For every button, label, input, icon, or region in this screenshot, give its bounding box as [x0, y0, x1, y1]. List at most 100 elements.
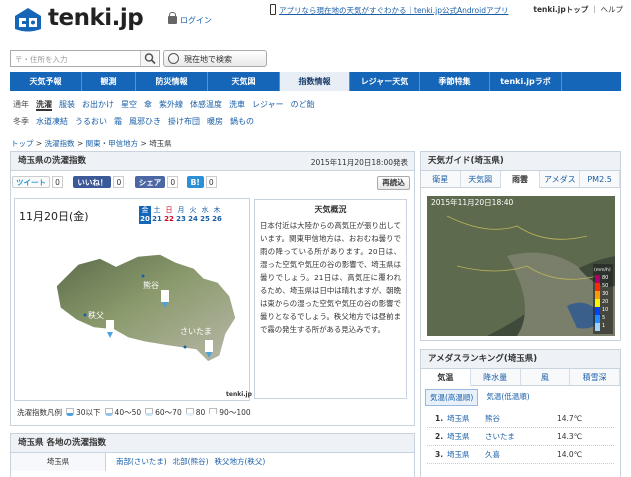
subnav-row-winter: 冬季 水道凍結 うるおい霜風邪ひき 掛け布団 暖房 鍋もの	[13, 114, 322, 130]
ranking-list: 1. 埼玉県 熊谷 14.7℃ 2. 埼玉県 さいたま 14.3℃ 3. 埼玉県 久喜 14.0℃	[427, 410, 614, 464]
day-num: 24	[188, 215, 198, 223]
nav-item-6[interactable]: 季節特集	[420, 72, 490, 91]
guide-tab[interactable]: アメダス	[540, 171, 581, 188]
share-button[interactable]: シェア	[134, 176, 166, 188]
share-count: 0	[167, 176, 179, 188]
day-tab[interactable]: 土 21	[151, 206, 163, 224]
nav-item-4[interactable]: 指数情報	[280, 72, 350, 91]
area-link[interactable]: 秩父地方(秩父)	[215, 457, 266, 466]
rank-pref[interactable]: 埼玉県	[447, 410, 470, 428]
guide-tab[interactable]: 天気図	[460, 171, 501, 188]
rank-city[interactable]: 熊谷	[485, 410, 500, 428]
subnav-item[interactable]: のど飴	[291, 100, 315, 109]
tweet-label: ツイート	[16, 178, 46, 187]
subnav-item[interactable]: 星空	[121, 100, 137, 109]
forecast-date: 11月20日(金)	[19, 210, 89, 223]
ranking-row[interactable]: 1. 埼玉県 熊谷 14.7℃	[427, 410, 614, 428]
breadcrumb-item: 埼玉県	[149, 139, 172, 148]
map-label-chichibu: 秩父	[88, 310, 104, 320]
subnav-item[interactable]: 服装	[59, 100, 75, 109]
subnav-item[interactable]: 霜	[114, 117, 122, 126]
guide-tab[interactable]: 衛星	[421, 171, 461, 188]
current-location-button[interactable]: 現在地で検索	[163, 50, 267, 67]
like-button[interactable]: いいね！	[73, 176, 112, 188]
nav-item-2[interactable]: 防災情報	[136, 72, 208, 91]
app-promo-link[interactable]: アプリなら現在地の天気がすぐわかる｜tenki.jp公式Androidアプリ	[279, 6, 508, 15]
login-link[interactable]: ログイン	[168, 12, 212, 26]
ranking-row[interactable]: 2. 埼玉県 さいたま 14.3℃	[427, 428, 614, 446]
ranking-row[interactable]: 3. 埼玉県 久喜 14.0℃	[427, 446, 614, 464]
rank-pref[interactable]: 埼玉県	[447, 446, 470, 464]
top-link[interactable]: tenki.jpトップ	[533, 5, 588, 14]
ranking-tab[interactable]: 降水量	[470, 369, 521, 386]
subnav-item[interactable]: 洗濯	[36, 100, 52, 111]
app-promo[interactable]: アプリなら現在地の天気がすぐわかる｜tenki.jp公式Androidアプリ	[270, 4, 508, 16]
subnav-row-year: 通年 洗濯 服装 お出かけ 星空傘紫外線 体感温度 洗車 レジャー のど飴	[13, 97, 322, 113]
breadcrumb-item[interactable]: 関東・甲信地方	[86, 139, 139, 148]
search-button[interactable]	[140, 51, 158, 66]
subnav-item[interactable]: 傘	[144, 100, 152, 109]
nav-item-7[interactable]: tenki.jpラボ	[490, 72, 562, 91]
day-tab[interactable]: 水 25	[199, 206, 211, 224]
area-link[interactable]: 北部(熊谷)	[173, 457, 209, 466]
guide-tabs: 衛星 天気図 雨雲 アメダス PM2.5	[421, 171, 620, 188]
breadcrumb: トップ > 洗濯指数 > 関東・甲信地方 > 埼玉県	[11, 138, 172, 149]
global-nav: 天気予報 観測 防災情報 天気図 指数情報 レジャー天気 季節特集 tenki.jpラボ	[10, 72, 621, 91]
map-label-kumagaya: 熊谷	[143, 280, 159, 290]
breadcrumb-item[interactable]: 洗濯指数	[45, 139, 75, 148]
day-tab[interactable]: 日 22	[163, 206, 175, 224]
subnav-item[interactable]: お出かけ	[82, 100, 114, 109]
subnav-item[interactable]: 紫外線	[159, 100, 183, 109]
tweet-count: 0	[52, 176, 63, 188]
subnav-item[interactable]: レジャー	[252, 100, 284, 109]
nav-item-5[interactable]: レジャー天気	[350, 72, 420, 91]
rank-number: 2.	[435, 432, 444, 441]
scale-label: 5	[602, 315, 605, 321]
reload-button[interactable]: 再読込	[377, 176, 410, 190]
search-input[interactable]: 〒・住所を入力	[10, 50, 160, 67]
day-tab[interactable]: 金 20	[139, 206, 151, 224]
explanation-text: 日本付近は大陸からの高気圧が張り出しています。関東甲信地方は、おおむね曇りで雨の…	[260, 221, 401, 334]
nav-item-0[interactable]: 天気予報	[10, 72, 82, 91]
guide-tab[interactable]: PM2.5	[580, 171, 620, 188]
logo-icon[interactable]	[14, 7, 42, 33]
ranking-subtab[interactable]: 気温(低温順)	[482, 389, 533, 406]
ranking-tabs: 気温 降水量風積雪深	[421, 369, 620, 386]
guide-tab[interactable]: 雨雲	[500, 171, 541, 188]
explanation-title: 天気概況	[314, 205, 347, 214]
nav-item-3[interactable]: 天気図	[208, 72, 280, 91]
subnav-item[interactable]: 水道凍結	[36, 117, 68, 126]
subnav-item[interactable]: 掛け布団	[168, 117, 200, 126]
breadcrumb-sep: >	[74, 139, 86, 148]
rank-city[interactable]: さいたま	[485, 428, 515, 446]
rank-number: 3.	[435, 450, 444, 459]
ranking-tab[interactable]: 積雪深	[570, 369, 620, 386]
subnav-item[interactable]: 暖房	[207, 117, 223, 126]
help-link[interactable]: ヘルプ	[601, 5, 624, 14]
rank-city[interactable]: 久喜	[485, 446, 500, 464]
day-name: 木	[213, 206, 221, 214]
ranking-tab[interactable]: 風	[520, 369, 571, 386]
breadcrumb-item[interactable]: トップ	[11, 139, 34, 148]
shirt-icon	[104, 408, 113, 416]
rank-pref[interactable]: 埼玉県	[447, 428, 470, 446]
subnav-item[interactable]: 鍋もの	[230, 117, 254, 126]
day-name: 日	[165, 206, 173, 214]
subnav-item[interactable]: 体感温度	[190, 100, 222, 109]
area-link[interactable]: 南部(さいたま)	[116, 457, 167, 466]
logo-text[interactable]: tenki.jp	[48, 5, 144, 31]
subnav-item[interactable]: 洗車	[229, 100, 245, 109]
scale-swatch	[595, 275, 600, 283]
nav-item-1[interactable]: 観測	[82, 72, 136, 91]
subnav-item[interactable]: うるおい	[75, 117, 107, 126]
header-links: tenki.jpトップ ｜ ヘルプ	[533, 5, 624, 14]
subnav-item[interactable]: 風邪ひき	[129, 117, 161, 126]
day-tab[interactable]: 月 23	[175, 206, 187, 224]
tweet-button[interactable]: ツイート	[12, 176, 50, 188]
hatena-button[interactable]: B!	[186, 176, 204, 188]
day-tab[interactable]: 木 26	[211, 206, 223, 224]
ranking-tab[interactable]: 気温	[421, 369, 471, 386]
day-tab[interactable]: 火 24	[187, 206, 199, 224]
ranking-subtab[interactable]: 気温(高温順)	[425, 389, 479, 406]
area-panel-title: 埼玉県 各地の洗濯指数	[11, 434, 414, 453]
